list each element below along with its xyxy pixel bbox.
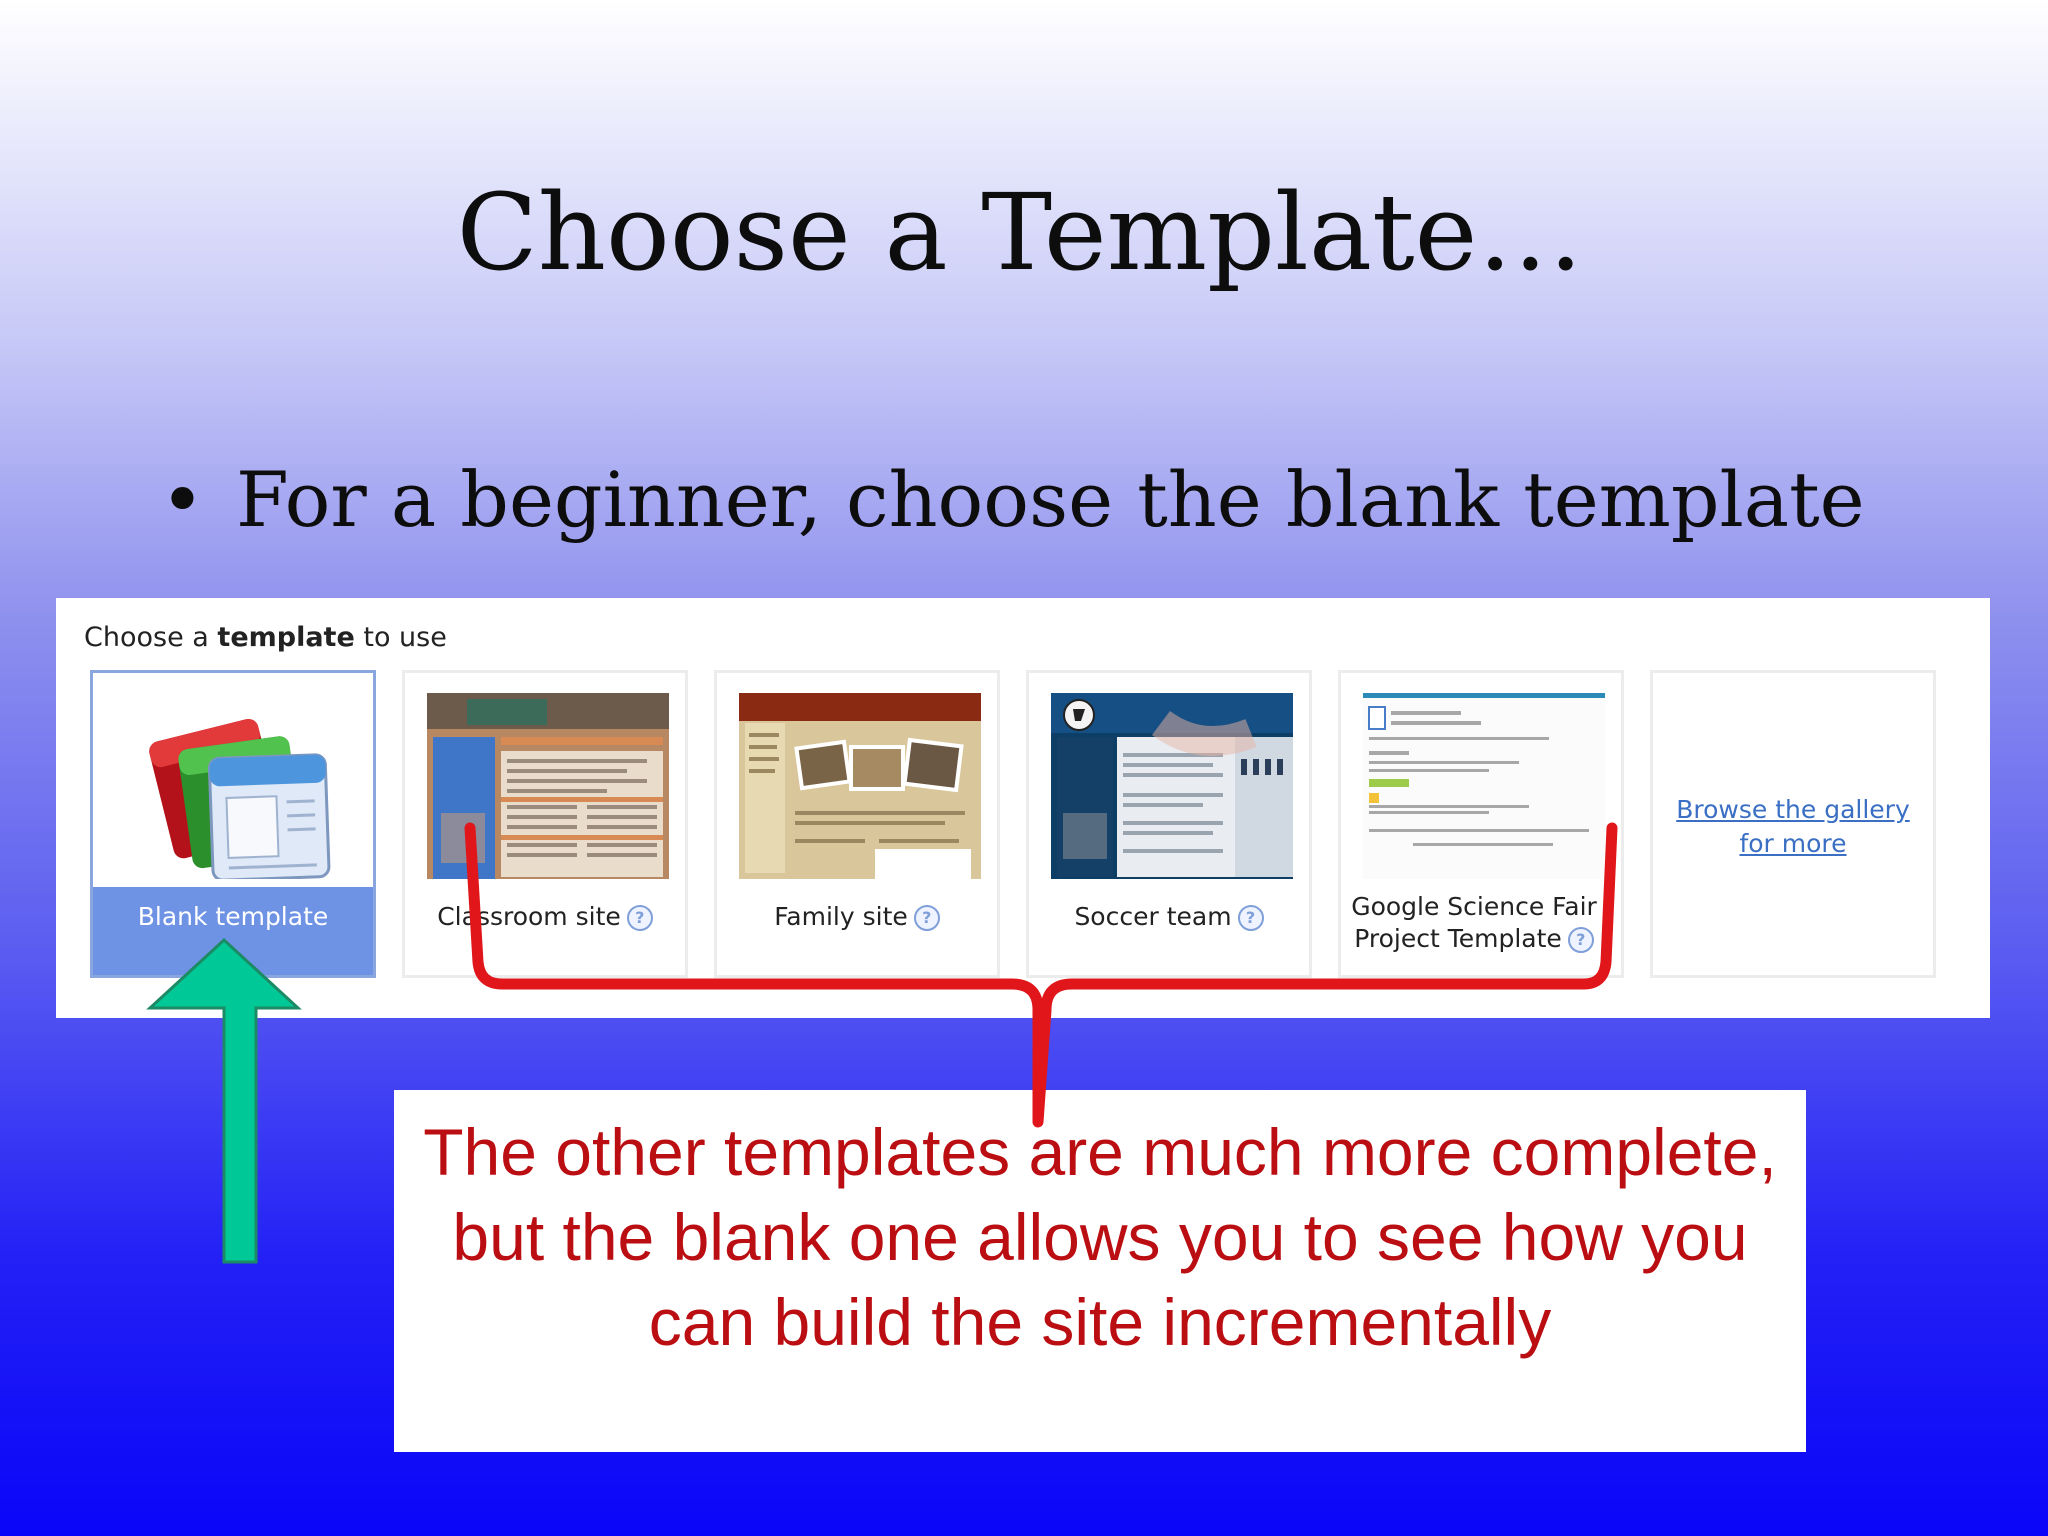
annotation-overlay	[146, 822, 1618, 1264]
red-brace	[464, 822, 1618, 1128]
green-up-arrow	[146, 937, 302, 1264]
